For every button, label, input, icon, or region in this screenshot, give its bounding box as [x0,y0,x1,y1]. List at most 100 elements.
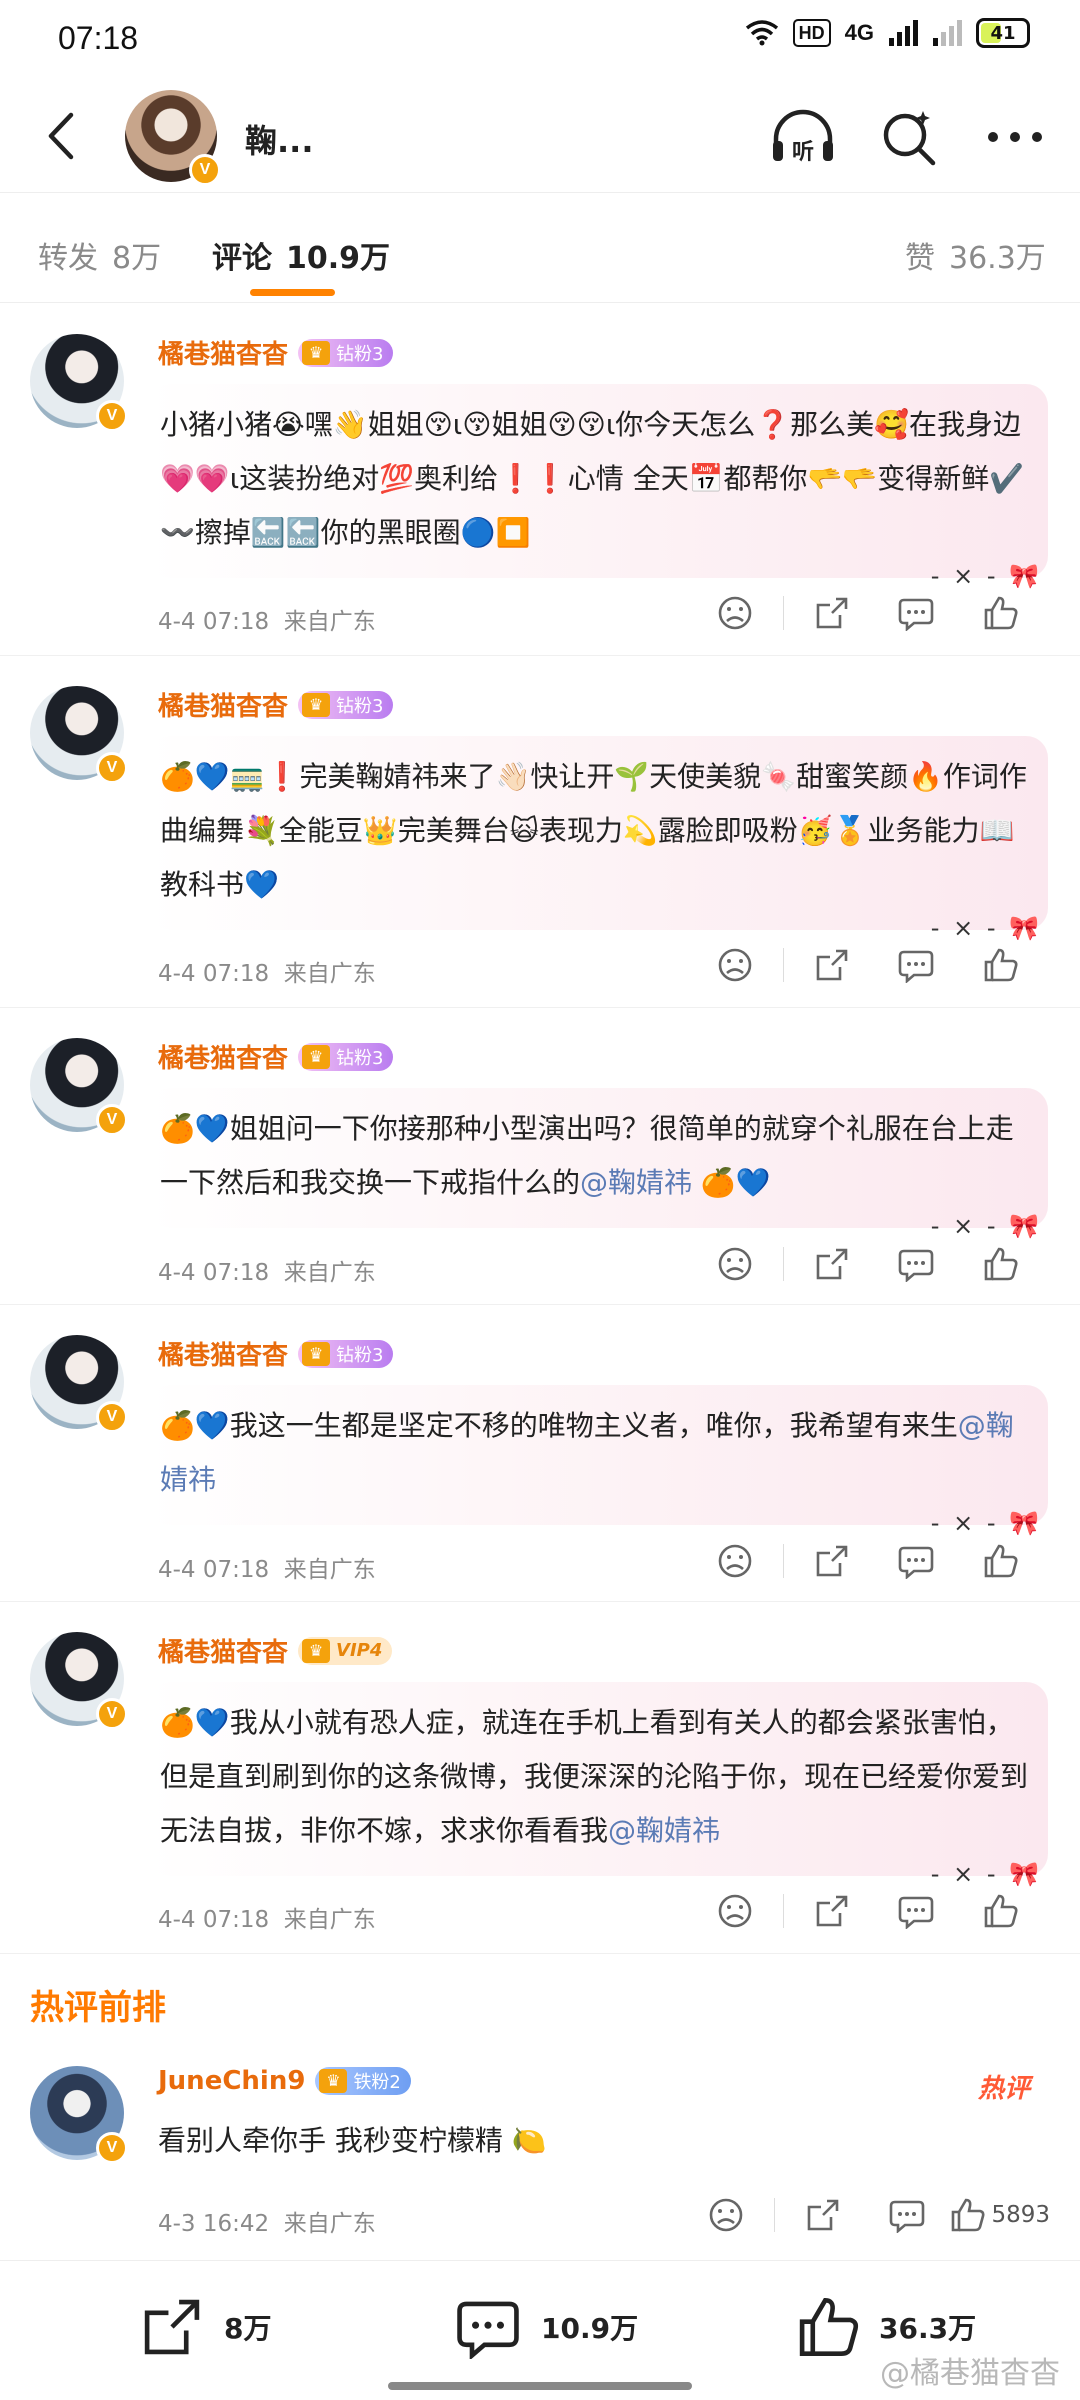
comment-text: 🍊💙🚃❗完美鞠婧祎来了👋🏻快让开🌱天使美貌🍬甜蜜笑颜🔥作词作曲编舞💐全能豆👑完美… [160,760,1027,901]
commenter-name[interactable]: 橘巷猫杳杳 [158,686,288,723]
tab-repost[interactable]: 转发 8万 [38,233,161,277]
comment-actions [693,1239,1042,1289]
comment-actions [693,1536,1042,1586]
commenter-name-row: 橘巷猫杳杳 ♛ 钻粉3 [158,1038,394,1075]
like-icon [984,1894,1018,1928]
dislike-button[interactable] [693,1886,777,1936]
like-button[interactable] [958,1239,1042,1289]
active-tab-indicator [250,289,335,296]
dislike-button[interactable] [693,940,777,990]
like-button[interactable] [958,1536,1042,1586]
fan-badge: ♛ 钻粉3 [298,1339,394,1368]
mention-link[interactable]: @鞠婧祎 [580,1166,692,1199]
like-button[interactable]: 5893 [949,2190,1050,2240]
comment-bubble: 🍊💙我从小就有恐人症，就连在手机上看到有关人的都会紧张害怕，但是直到刷到你的这条… [148,1682,1048,1888]
like-icon [984,948,1018,982]
bottom-repost-count: 8万 [224,2312,272,2345]
home-indicator[interactable] [388,2382,692,2390]
author-name[interactable]: 鞠... [245,116,313,162]
verified-badge-icon: V [96,1698,128,1730]
comment-item[interactable]: V 橘巷猫杳杳 ♛ 钻粉3 🍊💙🚃❗完美鞠婧祎来了👋🏻快让开🌱天使美貌🍬甜蜜笑颜🔥… [0,656,1080,1008]
reply-button[interactable] [874,1536,958,1586]
commenter-avatar[interactable]: V [30,1335,128,1433]
comment-text: 🍊💙姐姐问一下你接那种小型演出吗？很简单的就穿个礼服在台上走一下然后和我交换一下… [160,1112,1014,1199]
top-header: V 鞠... 听 [0,78,1080,193]
repost-button[interactable] [790,588,874,638]
commenter-avatar[interactable]: V [30,1632,128,1730]
comment-meta: 4-4 07:18 来自广东 [158,961,376,987]
tab-comments[interactable]: 评论 10.9万 [212,233,390,277]
signal-icon [889,20,918,46]
commenter-name-row: 橘巷猫杳杳 ♛ VIP4 [158,1632,393,1669]
dislike-button[interactable] [693,1239,777,1289]
battery-icon: 41 [976,18,1030,48]
comment-list: V 橘巷猫杳杳 ♛ 钻粉3 小猪小猪😭嘿👋姐姐😚ι😚姐姐😚😚ι你今天怎么❓那么美🥰… [0,304,1080,2254]
reply-button[interactable] [874,588,958,638]
more-button[interactable] [980,102,1050,172]
bottom-comment-button[interactable]: 10.9万 [455,2295,638,2359]
bottom-like-count: 36.3万 [879,2312,977,2345]
commenter-name[interactable]: 橘巷猫杳杳 [158,334,288,371]
comment-actions [693,588,1042,638]
commenter-avatar[interactable]: V [30,2066,128,2164]
repost-icon [144,2299,200,2355]
comment-bubble: 小猪小猪😭嘿👋姐姐😚ι😚姐姐😚😚ι你今天怎么❓那么美🥰在我身边💗💗ι这装扮绝对💯… [148,384,1048,590]
reply-button[interactable] [874,940,958,990]
bottom-comment-count: 10.9万 [541,2312,639,2345]
bottom-repost-button[interactable]: 8万 [140,2295,271,2359]
repost-button[interactable] [790,940,874,990]
crown-icon: ♛ [302,1341,331,1366]
verified-badge-icon: V [96,400,128,432]
commenter-avatar[interactable]: V [30,1038,128,1136]
commenter-name[interactable]: JuneChin9 [158,2066,305,2096]
dislike-button[interactable] [693,1536,777,1586]
repost-button[interactable] [790,1536,874,1586]
reply-button[interactable] [874,1886,958,1936]
comment-icon [898,1546,934,1579]
tab-bar: 转发 8万 评论 10.9万 赞 36.3万 [0,193,1080,303]
like-button[interactable] [958,940,1042,990]
comment-item[interactable]: V 橘巷猫杳杳 ♛ 钻粉3 🍊💙我这一生都是坚定不移的唯物主义者，唯你，我希望有来… [0,1305,1080,1602]
dislike-button[interactable] [693,588,777,638]
fan-badge: ♛ 钻粉3 [298,338,394,367]
verified-badge-icon: V [96,1104,128,1136]
repost-button[interactable] [790,1886,874,1936]
crown-icon: ♛ [302,340,331,365]
repost-button[interactable] [790,1239,874,1289]
dislike-button[interactable] [684,2190,768,2240]
comment-item[interactable]: V 橘巷猫杳杳 ♛ VIP4 🍊💙我从小就有恐人症，就连在手机上看到有关人的都会紧… [0,1602,1080,1954]
like-count: 5893 [991,2202,1050,2228]
comment-icon [898,1896,934,1929]
comment-item[interactable]: V 橘巷猫杳杳 ♛ 钻粉3 🍊💙姐姐问一下你接那种小型演出吗？很简单的就穿个礼服在… [0,1008,1080,1305]
comment-meta: 4-3 16:42 来自广东 [158,2211,376,2237]
like-button[interactable] [958,588,1042,638]
author-avatar[interactable]: V [125,90,221,186]
like-button[interactable] [958,1886,1042,1936]
commenter-avatar[interactable]: V [30,334,128,432]
comment-item[interactable]: V 橘巷猫杳杳 ♛ 钻粉3 小猪小猪😭嘿👋姐姐😚ι😚姐姐😚😚ι你今天怎么❓那么美🥰… [0,304,1080,656]
vip-badge: ♛ VIP4 [298,1636,393,1665]
commenter-avatar[interactable]: V [30,686,128,784]
reply-button[interactable] [874,1239,958,1289]
reply-button[interactable] [865,2190,949,2240]
comment-text: 🍊💙我从小就有恐人症，就连在手机上看到有关人的都会紧张害怕，但是直到刷到你的这条… [160,1706,1029,1847]
repost-icon [816,1895,848,1927]
comment-meta: 4-4 07:18 来自广东 [158,1907,376,1933]
hot-comment-section: 热评前排 V JuneChin9 ♛ 铁粉2 热评 看别人牵你手 我秒变柠檬精 🍋… [0,1954,1080,2254]
comment-text: 小猪小猪😭嘿👋姐姐😚ι😚姐姐😚😚ι你今天怎么❓那么美🥰在我身边💗💗ι这装扮绝对💯… [160,408,1025,549]
commenter-name[interactable]: 橘巷猫杳杳 [158,1335,288,1372]
repost-icon [816,1545,848,1577]
like-icon [984,596,1018,630]
commenter-name[interactable]: 橘巷猫杳杳 [158,1038,288,1075]
search-button[interactable] [874,102,944,172]
listen-button[interactable]: 听 [768,102,838,172]
tab-likes[interactable]: 赞 36.3万 [905,233,1046,277]
mention-link[interactable]: @鞠婧祎 [608,1814,720,1847]
commenter-name[interactable]: 橘巷猫杳杳 [158,1632,288,1669]
repost-button[interactable] [781,2190,865,2240]
more-icon [988,132,1042,142]
bow-decoration-icon: - × - 🎀 [930,1212,1042,1240]
like-icon [952,2198,985,2232]
back-button[interactable] [30,106,90,166]
status-time: 07:18 [58,20,139,56]
